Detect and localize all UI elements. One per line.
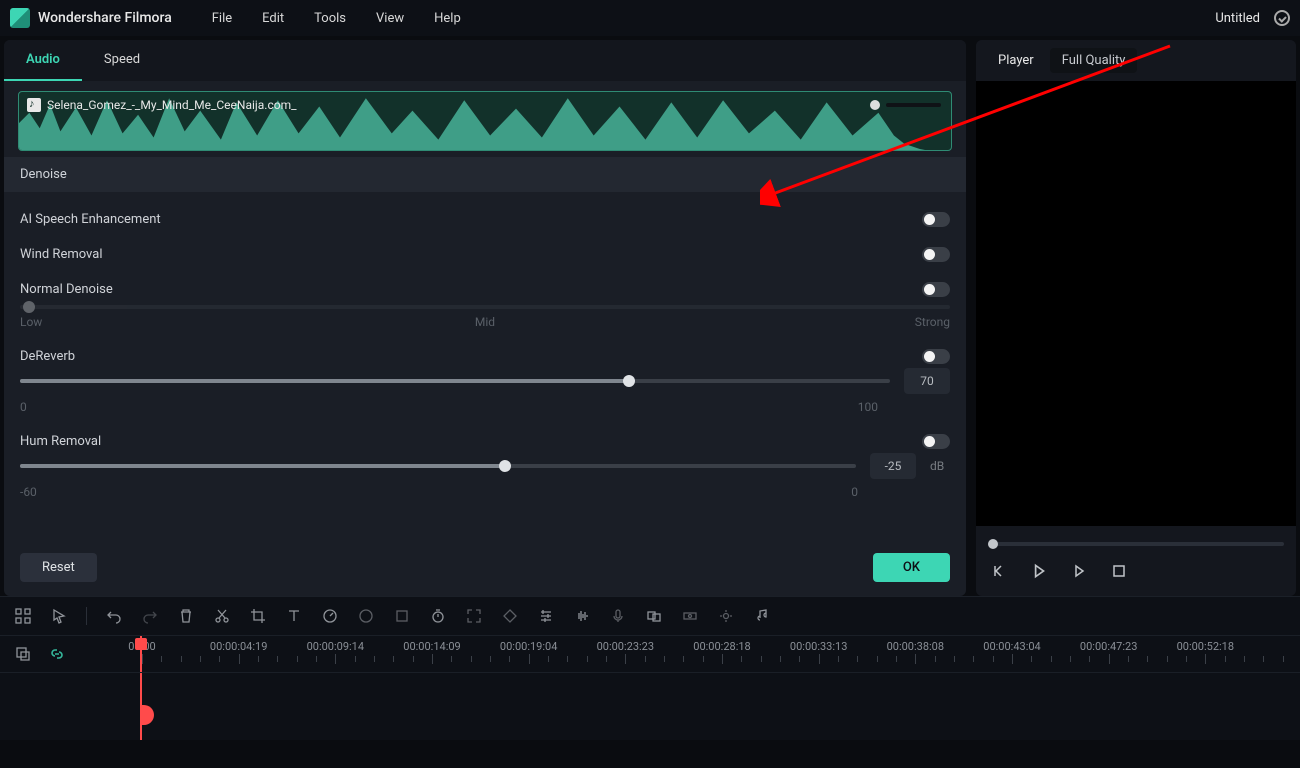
time-label: 00:00:04:19 (210, 640, 267, 653)
pointer-icon[interactable] (50, 607, 68, 625)
stop-button[interactable] (1110, 562, 1128, 580)
player-panel: Player Full Quality (976, 40, 1296, 596)
music-note-icon[interactable] (753, 607, 771, 625)
save-status-icon (1274, 10, 1290, 26)
document-title: Untitled (1215, 11, 1260, 26)
mic-icon[interactable] (609, 607, 627, 625)
title-bar: Wondershare Filmora File Edit Tools View… (0, 0, 1300, 36)
play-pause-button[interactable] (1030, 562, 1048, 580)
crop-icon[interactable] (249, 607, 267, 625)
normal-denoise-toggle[interactable] (922, 282, 950, 297)
color-icon[interactable] (357, 607, 375, 625)
preview-scrubber[interactable] (988, 542, 1284, 546)
fit-icon[interactable] (465, 607, 483, 625)
undo-icon[interactable] (105, 607, 123, 625)
redo-icon[interactable] (141, 607, 159, 625)
time-label: 00:00:38:08 (887, 640, 944, 653)
hum-removal-label: Hum Removal (20, 434, 101, 449)
music-icon (27, 98, 41, 112)
clip-handle-icon[interactable] (140, 705, 154, 725)
time-label: 00:00:47:23 (1080, 640, 1137, 653)
wind-removal-toggle[interactable] (922, 247, 950, 262)
tab-audio[interactable]: Audio (4, 40, 82, 81)
freeze-icon[interactable] (393, 607, 411, 625)
ai-speech-label: AI Speech Enhancement (20, 212, 161, 227)
wind-removal-label: Wind Removal (20, 247, 103, 262)
time-label: 00:00:23:23 (597, 640, 654, 653)
menu-edit[interactable]: Edit (262, 11, 284, 26)
menu-tools[interactable]: Tools (314, 11, 346, 26)
settings-icon[interactable] (717, 607, 735, 625)
time-label: 00:00:52:18 (1177, 640, 1234, 653)
timeline-ruler[interactable]: 00:0000:00:04:1900:00:09:1400:00:14:0900… (0, 636, 1300, 672)
time-label: 00:00:28:18 (693, 640, 750, 653)
hum-removal-value[interactable]: -25 (870, 453, 916, 479)
ok-button[interactable]: OK (873, 553, 950, 582)
inspector-panel: Audio Speed Selena_Gomez_-_My_Mind_Me_Ce… (4, 40, 966, 596)
ai-speech-toggle[interactable] (922, 212, 950, 227)
time-label: 00:00:19:04 (500, 640, 557, 653)
normal-denoise-label: Normal Denoise (20, 282, 113, 297)
cut-icon[interactable] (213, 607, 231, 625)
main-menu: File Edit Tools View Help (212, 11, 461, 26)
section-denoise-header[interactable]: Denoise (4, 157, 966, 192)
clip-name: Selena_Gomez_-_My_Mind_Me_CeeNaija.com_ (47, 98, 297, 112)
menu-view[interactable]: View (376, 11, 404, 26)
full-quality-tab[interactable]: Full Quality (1050, 48, 1138, 73)
link-icon[interactable] (48, 645, 66, 663)
dereverb-toggle[interactable] (922, 349, 950, 364)
prev-frame-button[interactable] (990, 562, 1008, 580)
timeline-toolbar (0, 597, 1300, 636)
stopwatch-icon[interactable] (429, 607, 447, 625)
adjust-icon[interactable] (537, 607, 555, 625)
waveform-clip[interactable]: Selena_Gomez_-_My_Mind_Me_CeeNaija.com_ (18, 91, 952, 151)
dereverb-max: 100 (858, 400, 878, 414)
video-preview (976, 81, 1296, 526)
inspector-tabs: Audio Speed (4, 40, 966, 81)
playhead[interactable] (140, 636, 142, 672)
slider-thumb-icon (870, 100, 880, 110)
slider-track-icon (886, 103, 941, 107)
scale-low: Low (20, 315, 330, 329)
menu-help[interactable]: Help (434, 11, 461, 26)
expand-icon[interactable] (14, 645, 32, 663)
dereverb-min: 0 (20, 400, 27, 414)
grid-icon[interactable] (14, 607, 32, 625)
reset-button[interactable]: Reset (20, 553, 97, 582)
next-frame-button[interactable] (1070, 562, 1088, 580)
dereverb-slider[interactable] (20, 379, 890, 383)
hum-removal-unit: dB (930, 459, 950, 473)
normal-denoise-slider[interactable] (20, 305, 950, 309)
logo-icon (10, 8, 30, 28)
text-icon[interactable] (285, 607, 303, 625)
hum-min: -60 (20, 485, 37, 499)
keyframe-icon[interactable] (501, 607, 519, 625)
scale-strong: Strong (640, 315, 950, 329)
hum-removal-slider[interactable] (20, 464, 856, 468)
scale-mid: Mid (330, 315, 640, 329)
hum-removal-toggle[interactable] (922, 434, 950, 449)
hum-max: 0 (851, 485, 858, 499)
bottom-area: 00:0000:00:04:1900:00:09:1400:00:14:0900… (0, 596, 1300, 740)
delete-icon[interactable] (177, 607, 195, 625)
dereverb-label: DeReverb (20, 349, 75, 364)
audio-icon[interactable] (573, 607, 591, 625)
player-tab[interactable]: Player (986, 48, 1046, 73)
dereverb-value[interactable]: 70 (904, 368, 950, 394)
track-icon[interactable] (681, 607, 699, 625)
menu-file[interactable]: File (212, 11, 232, 26)
app-title: Wondershare Filmora (38, 10, 172, 26)
time-label: 00:00:43:04 (983, 640, 1040, 653)
time-label: 00:00:14:09 (403, 640, 460, 653)
group-icon[interactable] (645, 607, 663, 625)
time-label: 00:00:09:14 (307, 640, 364, 653)
speed-icon[interactable] (321, 607, 339, 625)
timeline-tracks[interactable] (0, 672, 1300, 740)
tab-speed[interactable]: Speed (82, 40, 162, 81)
clip-volume-slider[interactable] (870, 100, 941, 110)
time-label: 00:00:33:13 (790, 640, 847, 653)
